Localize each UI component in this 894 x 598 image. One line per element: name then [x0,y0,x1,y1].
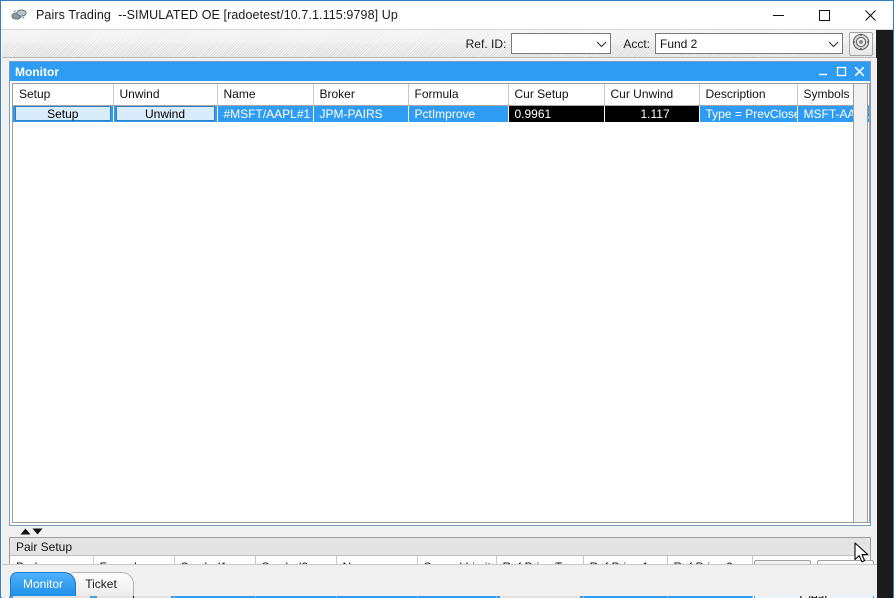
window-title-bar: Pairs Trading --SIMULATED OE [radoetest/… [1,1,893,30]
collapse-down-icon [32,528,43,535]
mdi-client-area: Monitor Setup Unwind Name Broker Formula… [2,58,877,598]
ref-id-label: Ref. ID: [465,36,507,51]
collapse-up-icon [20,528,31,535]
panel-splitter[interactable] [9,526,871,537]
close-button[interactable] [847,1,893,30]
cell-unwind: Unwind [113,105,217,122]
monitor-title-text: Monitor [15,64,59,79]
column-header-unwind[interactable]: Unwind [113,84,218,106]
unwind-button[interactable]: Unwind [115,106,215,122]
maximize-button[interactable] [801,1,847,30]
column-header-broker[interactable]: Broker [313,84,409,106]
application-window: Pairs Trading --SIMULATED OE [radoetest/… [0,0,894,598]
mouse-cursor [854,542,872,566]
table-row[interactable]: Setup Unwind #MSFT/AAPL#1 JPM-PAIRS PctI… [13,105,869,122]
cell-cur-unwind: 1.117 [604,105,699,122]
monitor-grid[interactable]: Setup Unwind Name Broker Formula Cur Set… [12,83,870,523]
monitor-minimize-button[interactable] [818,66,829,77]
chevron-down-icon [593,40,610,48]
pairs-trading-icon [10,6,28,24]
column-header-description[interactable]: Description [699,84,798,106]
monitor-window: Monitor Setup Unwind Name Broker Formula… [9,61,871,526]
monitor-header-row: Setup Unwind Name Broker Formula Cur Set… [13,84,869,106]
minimize-button[interactable] [755,1,801,30]
cell-formula: PctImprove [408,105,508,122]
right-edge-band [876,30,893,598]
acct-select[interactable]: Fund 2 [655,33,843,54]
monitor-grid-scrollbar[interactable] [853,83,868,523]
window-controls [755,1,893,30]
tab-monitor[interactable]: Monitor [10,572,76,596]
setup-button[interactable]: Setup [15,106,111,122]
cell-setup: Setup [13,105,113,122]
column-header-cur-unwind[interactable]: Cur Unwind [604,84,700,106]
monitor-restore-button[interactable] [836,66,847,77]
cell-name: #MSFT/AAPL#1 [217,105,313,122]
acct-label: Acct: [623,36,650,51]
cell-description: Type = PrevClose [699,105,797,122]
column-header-formula[interactable]: Formula [408,84,509,106]
cell-cur-setup: 0.9961 [508,105,604,122]
monitor-title-bar: Monitor [10,62,870,81]
acct-value: Fund 2 [660,36,698,51]
settings-button[interactable] [849,31,873,56]
bottom-tab-bar: Ticket Monitor [2,564,877,596]
window-title-text: Pairs Trading --SIMULATED OE [radoetest/… [36,8,398,22]
monitor-close-button[interactable] [854,66,865,77]
main-toolbar: Ref. ID: Acct: Fund 2 [2,30,877,58]
cell-broker: JPM-PAIRS [313,105,408,122]
ref-id-select[interactable] [511,33,612,54]
pair-setup-title: Pair Setup [10,538,870,556]
chevron-down-icon [825,40,842,48]
column-header-name[interactable]: Name [217,84,314,106]
splitter-arrows[interactable] [20,528,43,535]
monitor-window-controls [818,66,870,77]
column-header-cur-setup[interactable]: Cur Setup [508,84,605,106]
gear-icon [852,33,870,54]
column-header-setup[interactable]: Setup [13,84,114,106]
tab-ticket[interactable]: Ticket [68,572,134,596]
monitor-table: Setup Unwind Name Broker Formula Cur Set… [13,84,869,122]
